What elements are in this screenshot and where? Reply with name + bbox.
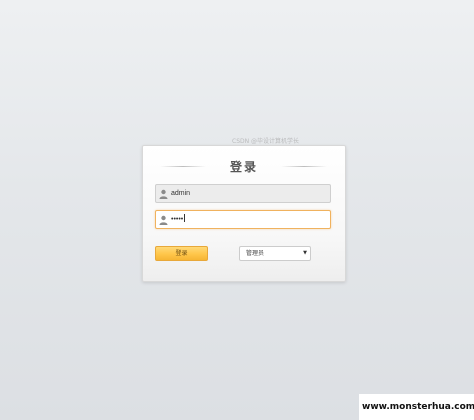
- role-select-value: 管理员: [246, 250, 265, 257]
- password-value: •••••: [171, 214, 186, 225]
- username-value: admin: [171, 190, 191, 197]
- title-divider-right: [281, 166, 327, 167]
- site-watermark: www.monsterhua.com: [359, 394, 474, 420]
- login-panel: 登录 admin ••••• 登录 管理员 ▼: [142, 145, 346, 282]
- triangle-down-icon: ▼: [303, 250, 307, 256]
- login-title-row: 登录: [143, 158, 345, 174]
- login-button[interactable]: 登录: [155, 246, 208, 261]
- role-select[interactable]: 管理员 ▼: [239, 246, 311, 261]
- user-icon: [159, 215, 168, 225]
- password-mask: •••••: [171, 216, 184, 223]
- username-field[interactable]: admin: [155, 184, 331, 203]
- password-field[interactable]: •••••: [155, 210, 331, 229]
- csdn-watermark: CSDN @毕设计算机学长: [232, 138, 300, 145]
- text-caret: [184, 214, 186, 222]
- user-icon: [159, 189, 168, 199]
